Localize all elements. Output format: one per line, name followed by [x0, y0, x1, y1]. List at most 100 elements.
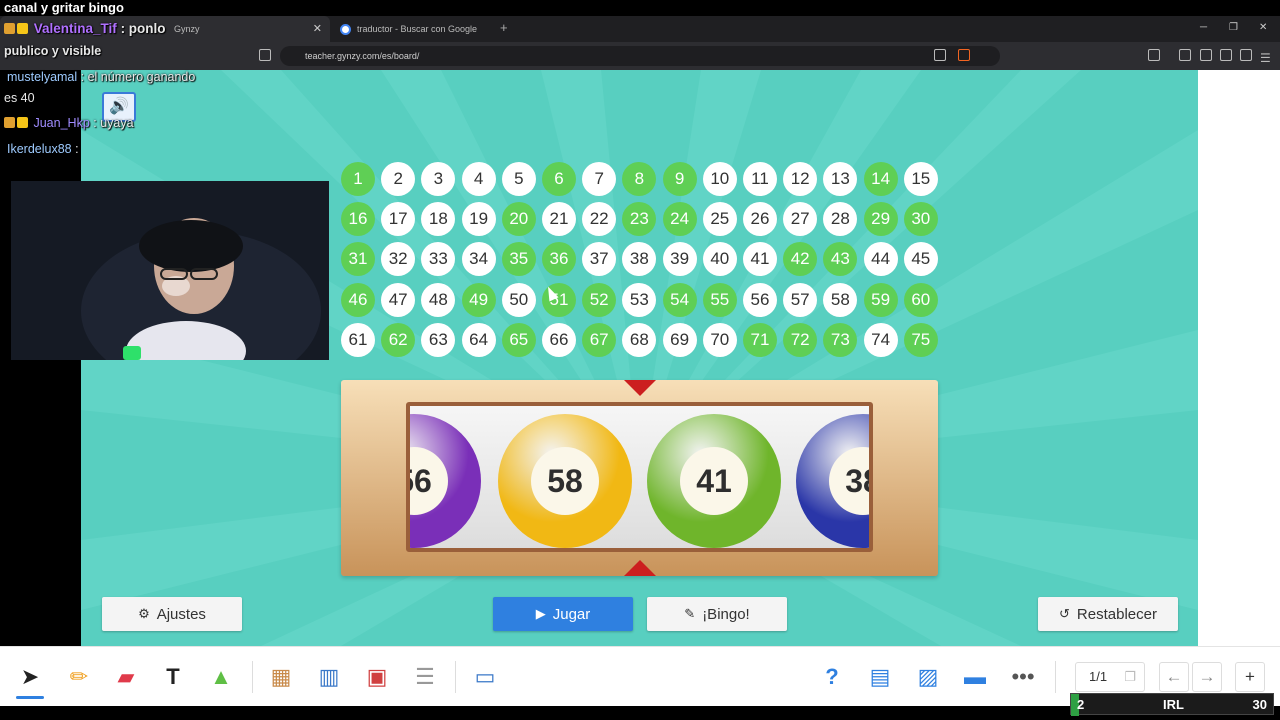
more-icon[interactable]: •••: [1010, 664, 1036, 690]
library-icon[interactable]: ▥: [316, 664, 342, 690]
bookmark-icon[interactable]: [259, 49, 271, 61]
bingo-number[interactable]: 73: [823, 322, 858, 357]
toolbox-icon[interactable]: ▦: [268, 664, 294, 690]
bingo-number[interactable]: 4: [461, 162, 496, 196]
brave-shield-icon[interactable]: [958, 49, 970, 61]
text-tool-icon[interactable]: T: [160, 664, 186, 690]
bingo-number[interactable]: 39: [662, 242, 697, 277]
bingo-number[interactable]: 55: [702, 282, 737, 317]
bingo-number[interactable]: 69: [662, 322, 697, 357]
close-tab-icon[interactable]: ✕: [313, 22, 322, 35]
tab-google[interactable]: traductor - Buscar con Google: [330, 16, 492, 42]
bingo-number[interactable]: 10: [702, 162, 737, 196]
bingo-number[interactable]: 57: [783, 282, 818, 317]
bingo-number[interactable]: 34: [461, 242, 496, 277]
bingo-number[interactable]: 65: [501, 322, 536, 357]
bingo-number[interactable]: 59: [863, 282, 898, 317]
bingo-number[interactable]: 2: [381, 162, 416, 196]
bingo-number[interactable]: 53: [622, 282, 657, 317]
bingo-number[interactable]: 75: [903, 322, 938, 357]
bingo-number[interactable]: 46: [341, 282, 375, 317]
bingo-number[interactable]: 63: [421, 322, 456, 357]
eraser-tool-icon[interactable]: ▰: [113, 664, 139, 690]
bingo-number[interactable]: 70: [702, 322, 737, 357]
undo-icon: ↺: [1059, 606, 1070, 621]
bingo-number[interactable]: 64: [461, 322, 496, 357]
bingo-number[interactable]: 45: [903, 242, 938, 277]
url-field[interactable]: teacher.gynzy.com/es/board/: [280, 46, 1000, 66]
next-page-arrow-icon[interactable]: →: [1192, 662, 1222, 692]
bingo-number[interactable]: 50: [501, 282, 536, 317]
list-icon[interactable]: ☰: [412, 664, 438, 690]
reader-icon[interactable]: [1148, 49, 1160, 61]
bingo-button[interactable]: ✎ ¡Bingo!: [647, 597, 787, 631]
share-icon[interactable]: [934, 49, 946, 61]
page-indicator[interactable]: 1/1 ❐: [1075, 662, 1145, 692]
bingo-number[interactable]: 52: [582, 282, 617, 317]
bingo-number[interactable]: 58: [823, 282, 858, 317]
screen-share-icon[interactable]: ▭: [472, 664, 498, 690]
bingo-number[interactable]: 60: [903, 282, 938, 317]
bingo-number[interactable]: 49: [461, 282, 496, 317]
bingo-number[interactable]: 15: [903, 162, 938, 196]
shapes-tool-icon[interactable]: ▲: [208, 664, 234, 690]
bingo-number[interactable]: 16: [341, 202, 375, 237]
folder-icon[interactable]: ▬: [962, 664, 988, 690]
new-tab-icon[interactable]: +: [500, 20, 508, 35]
bingo-number[interactable]: 14: [863, 162, 898, 196]
bingo-number[interactable]: 21: [542, 202, 576, 237]
bingo-number[interactable]: 48: [421, 282, 456, 317]
ball-last-called: 41: [647, 414, 781, 548]
bingo-number[interactable]: 20: [501, 202, 536, 237]
toolbar-separator: [455, 661, 456, 693]
bingo-number[interactable]: 61: [341, 322, 375, 357]
bingo-number[interactable]: 5: [501, 162, 536, 196]
bingo-number[interactable]: 12: [783, 162, 818, 196]
bingo-number[interactable]: 62: [381, 322, 416, 357]
add-page-icon[interactable]: +: [1235, 662, 1265, 692]
media-icon[interactable]: ▣: [364, 664, 390, 690]
pen-tool-icon[interactable]: ✏: [66, 664, 92, 690]
prev-page-arrow-icon[interactable]: ←: [1159, 662, 1189, 692]
add-image-icon[interactable]: ▨: [915, 664, 941, 690]
streamer-silhouette: [11, 181, 329, 360]
leo-icon[interactable]: [1220, 49, 1232, 61]
bingo-number[interactable]: 40: [702, 242, 737, 277]
bingo-number[interactable]: 66: [542, 322, 576, 357]
bingo-number[interactable]: 72: [783, 322, 818, 357]
bingo-number[interactable]: 47: [381, 282, 416, 317]
bingo-number[interactable]: 25: [702, 202, 737, 237]
bingo-number[interactable]: 29: [863, 202, 898, 237]
vpn-icon[interactable]: [1240, 49, 1252, 61]
save-icon[interactable]: ▤: [867, 664, 893, 690]
bingo-number[interactable]: 35: [501, 242, 536, 277]
maximize-icon[interactable]: ❐: [1229, 22, 1238, 33]
pointer-tool-icon[interactable]: ➤: [17, 664, 43, 690]
bingo-number[interactable]: 68: [622, 322, 657, 357]
menu-icon[interactable]: ☰: [1260, 49, 1272, 65]
bingo-number[interactable]: 7: [582, 162, 617, 196]
bingo-number[interactable]: 9: [662, 162, 697, 196]
reset-button[interactable]: ↺ Restablecer: [1038, 597, 1178, 631]
bingo-number[interactable]: 74: [863, 322, 898, 357]
sidebar-icon[interactable]: [1179, 49, 1191, 61]
bingo-number[interactable]: 1: [341, 162, 375, 196]
bingo-number[interactable]: 19: [461, 202, 496, 237]
close-window-icon[interactable]: ✕: [1259, 22, 1267, 33]
bingo-number[interactable]: 6: [542, 162, 576, 196]
play-button[interactable]: ▶ Jugar: [493, 597, 633, 631]
bingo-number[interactable]: 26: [743, 202, 777, 237]
bingo-number[interactable]: 67: [582, 322, 617, 357]
bingo-number[interactable]: 44: [863, 242, 898, 277]
bingo-number[interactable]: 71: [743, 322, 777, 357]
irl-right-value: 30: [1252, 697, 1267, 712]
minimize-icon[interactable]: ─: [1200, 22, 1207, 33]
bingo-number[interactable]: 11: [743, 162, 777, 196]
settings-button[interactable]: ⚙ Ajustes: [102, 597, 242, 631]
wallet-icon[interactable]: [1200, 49, 1212, 61]
bingo-number[interactable]: 24: [662, 202, 697, 237]
help-icon[interactable]: ?: [819, 664, 845, 690]
bingo-number[interactable]: 56: [743, 282, 777, 317]
bingo-number[interactable]: 30: [903, 202, 938, 237]
bingo-number[interactable]: 54: [662, 282, 697, 317]
